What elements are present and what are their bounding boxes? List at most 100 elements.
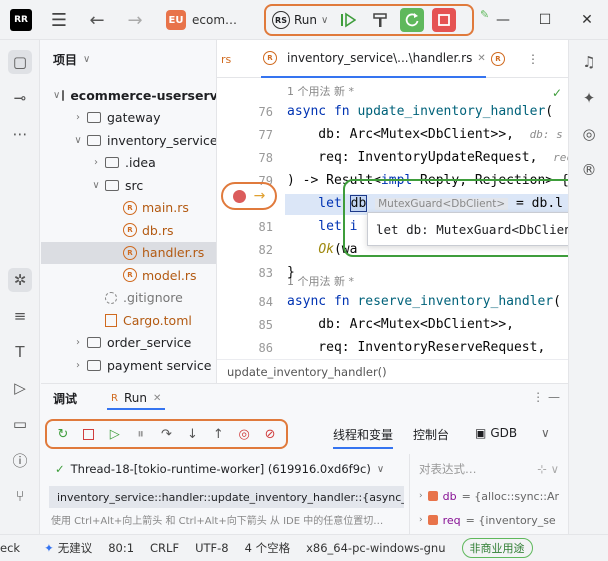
usage-hint[interactable]: 1 个用法 新 * <box>287 273 354 289</box>
build-hammer-button[interactable] <box>368 8 392 32</box>
more-tabs-chevron-icon[interactable]: ∨ <box>541 426 550 440</box>
tab-threads-variables[interactable]: 线程和变量 <box>333 426 394 449</box>
pause-program-icon[interactable]: ⏸ <box>131 424 151 444</box>
git-branch-icon[interactable]: ⑂ <box>8 484 32 508</box>
commit-icon[interactable]: ⊸ <box>8 86 32 110</box>
project-panel-header[interactable]: 项目 ∨ <box>41 40 216 78</box>
problems-icon[interactable]: ⓘ <box>8 448 32 472</box>
tree-item[interactable]: Rdb.rs <box>41 219 216 241</box>
stack-frame-row[interactable]: inventory_service::handler::update_inven… <box>49 486 404 508</box>
add-watch-icon[interactable]: ⊹ ∨ <box>537 462 559 476</box>
tree-item[interactable]: .gitignore <box>41 287 216 309</box>
tree-item[interactable]: Rhandler.rs <box>41 241 216 264</box>
resume-icon <box>341 12 357 28</box>
chevron-right-icon[interactable]: › <box>71 112 85 123</box>
maximize-button[interactable]: ☐ <box>524 0 566 40</box>
inspection-check-icon[interactable]: ✓ <box>552 86 562 100</box>
chevron-down-icon[interactable]: ∨ <box>71 135 85 146</box>
license-badge[interactable]: 非商业用途 <box>461 538 533 558</box>
structure-icon[interactable]: ≡ <box>8 304 32 328</box>
notifications-bell-icon[interactable]: ♫ <box>577 50 601 74</box>
close-tab-icon[interactable]: ✕ <box>477 53 485 64</box>
more-tools-icon[interactable]: ⋯ <box>8 122 32 146</box>
rerun-icon <box>406 13 419 27</box>
tree-item[interactable]: Rmodel.rs <box>41 264 216 286</box>
tree-item[interactable]: › gateway <box>41 107 216 129</box>
folder-icon <box>62 89 65 101</box>
execution-point-arrow-icon: → <box>253 188 266 204</box>
project-folder-icon[interactable]: ▢ <box>8 50 32 74</box>
run-icon[interactable]: ▷ <box>8 376 32 400</box>
chevron-down-icon[interactable]: ∨ <box>53 90 60 101</box>
variable-row[interactable]: › db = {alloc::sync::Ar <box>419 486 567 506</box>
line-separator[interactable]: CRLF <box>150 541 179 555</box>
folder-icon <box>105 179 119 191</box>
type-hover-popup-body: let db: MutexGuard<DbClient> <box>367 212 568 246</box>
tree-item[interactable]: Rmain.rs <box>41 197 216 219</box>
tree-item[interactable]: › payment service <box>41 354 216 376</box>
build-target[interactable]: x86_64-pc-windows-gnu <box>306 541 445 555</box>
more-options-icon[interactable]: ⋮ — <box>532 390 560 404</box>
file-encoding[interactable]: UTF-8 <box>195 541 229 555</box>
chevron-down-icon: ∨ <box>376 463 385 475</box>
ai-suggestions-status[interactable]: ✦ 无建议 <box>44 540 92 556</box>
tab-handler-rs[interactable]: R inventory_service\...\handler.rs ✕ <box>261 40 486 78</box>
tree-item[interactable]: › .idea <box>41 152 216 174</box>
tree-item[interactable]: ∨ ecommerce-userservices <box>41 84 216 106</box>
evaluate-expression-input[interactable]: 对表达式… ⊹ ∨ <box>419 458 559 480</box>
tree-item[interactable]: Cargo.toml <box>41 309 216 331</box>
code-line: } <box>287 265 295 280</box>
resume-run-button[interactable] <box>336 8 360 32</box>
toml-file-icon <box>105 313 117 327</box>
debug-bug-icon[interactable]: ✲ <box>8 268 32 292</box>
stop-button[interactable] <box>432 8 457 32</box>
app-logo[interactable]: RR <box>10 9 32 31</box>
tree-item-label: handler.rs <box>142 245 205 260</box>
tab-previous[interactable]: rs <box>221 40 231 78</box>
forward-arrow-icon[interactable]: → <box>124 8 146 32</box>
indent-setting[interactable]: 4 个空格 <box>245 540 290 556</box>
step-into-icon[interactable]: ↓ <box>182 424 202 444</box>
breakpoint-marker[interactable]: → <box>221 182 277 210</box>
rerun-debug-icon[interactable]: ↻ <box>53 424 73 444</box>
stop-debug-icon[interactable] <box>79 424 99 444</box>
step-over-icon[interactable]: ↷ <box>157 424 177 444</box>
breadcrumb[interactable]: update_inventory_handler() <box>217 359 568 383</box>
run-config-selector[interactable]: RS Run ∨ <box>272 11 328 29</box>
ai-assistant-icon[interactable]: ✦ <box>577 86 601 110</box>
chevron-right-icon[interactable]: › <box>89 157 103 168</box>
back-arrow-icon[interactable]: ← <box>86 8 108 32</box>
close-window-button[interactable]: ✕ <box>566 0 608 40</box>
thread-selector[interactable]: ✓ Thread-18-[tokio-runtime-worker] (6199… <box>55 458 397 480</box>
chevron-right-icon[interactable]: › <box>71 337 85 348</box>
chevron-down-icon: ∨ <box>321 14 329 26</box>
step-out-icon[interactable]: ↑ <box>208 424 228 444</box>
code-editor[interactable]: rs R inventory_service\...\handler.rs ✕ … <box>216 40 568 383</box>
database-icon[interactable]: ◎ <box>577 122 601 146</box>
view-breakpoints-icon[interactable]: ◎ <box>234 424 254 444</box>
tree-item[interactable]: ∨ inventory_service <box>41 129 216 151</box>
tab-console[interactable]: 控制台 <box>413 426 449 443</box>
more-tabs-icon[interactable]: ⋮ <box>527 40 539 78</box>
tab-gdb[interactable]: ▣ GDB <box>475 426 517 440</box>
chevron-down-icon[interactable]: ∨ <box>89 180 103 191</box>
hamburger-menu-icon[interactable]: ☰ <box>48 8 70 32</box>
usage-hint[interactable]: 1 个用法 新 * <box>287 83 354 99</box>
rust-icon[interactable]: ® <box>577 158 601 182</box>
mute-breakpoints-icon[interactable]: ⊘ <box>260 424 280 444</box>
tree-item[interactable]: ∨ src <box>41 174 216 196</box>
minimize-button[interactable]: — <box>482 0 524 40</box>
tree-item[interactable]: › order_service <box>41 332 216 354</box>
tab-run[interactable]: R Run ✕ <box>107 388 166 410</box>
tree-item-label: inventory_service <box>107 132 216 148</box>
resume-program-icon[interactable]: ▷ <box>105 424 125 444</box>
project-selector[interactable]: EU ecom… <box>166 8 246 32</box>
close-tab-icon[interactable]: ✕ <box>153 393 161 404</box>
build-tool-icon[interactable]: T <box>8 340 32 364</box>
rerun-debug-button[interactable] <box>400 8 425 32</box>
tab-next[interactable]: R <box>489 40 510 78</box>
variable-row[interactable]: › req = {inventory_se <box>419 510 567 530</box>
terminal-icon[interactable]: ▭ <box>8 412 32 436</box>
chevron-right-icon[interactable]: › <box>71 360 85 371</box>
caret-position[interactable]: 80:1 <box>108 541 134 555</box>
